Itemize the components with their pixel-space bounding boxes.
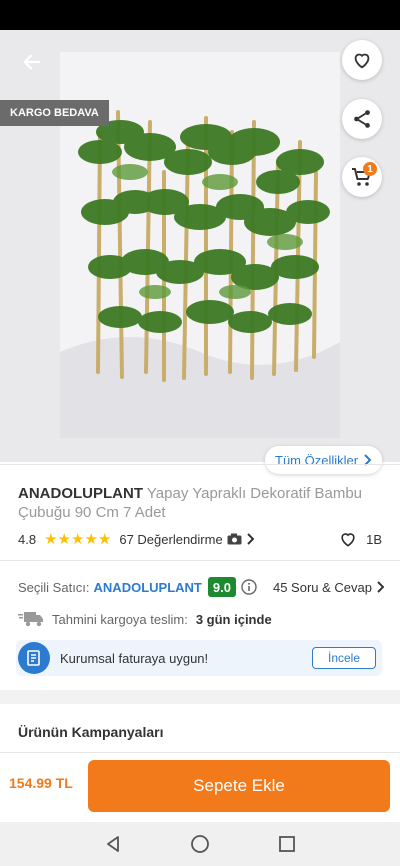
- chevron-right-icon: [246, 533, 254, 545]
- product-brand[interactable]: ANADOLUPLANT: [18, 485, 143, 502]
- reviews-label: 67 Değerlendirme: [119, 531, 223, 547]
- divider: [0, 464, 400, 465]
- star-icon: ★: [57, 530, 71, 548]
- campaigns-title: Ürünün Kampanyaları: [18, 724, 164, 740]
- all-features-label: Tüm Özellikler: [275, 452, 359, 468]
- rating-value: 4.8: [18, 531, 37, 547]
- divider: [0, 560, 400, 561]
- info-icon[interactable]: [241, 579, 257, 595]
- seller-label: Seçili Satıcı:: [18, 579, 90, 595]
- chevron-right-icon: [376, 581, 384, 593]
- back-button[interactable]: [14, 44, 50, 80]
- seller-row: Seçili Satıcı: ANADOLUPLANT 9.0 45 Soru …: [18, 576, 384, 598]
- heart-icon: [338, 529, 358, 549]
- invoice-icon: [18, 642, 50, 674]
- rating-row: 4.8 ★ ★ ★ ★ ★ 67 Değerlendirme 1B: [18, 528, 382, 550]
- qa-label: 45 Soru & Cevap: [272, 579, 372, 595]
- reviews-link[interactable]: 67 Değerlendirme: [119, 531, 254, 547]
- add-to-cart-button[interactable]: Sepete Ekle: [88, 760, 390, 812]
- camera-icon: [227, 533, 242, 545]
- share-icon: [351, 108, 373, 130]
- heart-icon: [351, 49, 373, 71]
- invoice-text: Kurumsal faturaya uygun!: [60, 650, 209, 666]
- favorite-button[interactable]: [342, 40, 382, 80]
- arrow-left-icon: [21, 51, 43, 73]
- nav-home-icon[interactable]: [180, 824, 220, 864]
- product-image-area[interactable]: 1 KARGO BEDAVA: [0, 30, 400, 462]
- share-button[interactable]: [342, 99, 382, 139]
- cart-button[interactable]: 1: [342, 157, 382, 197]
- qa-link[interactable]: 45 Soru & Cevap: [273, 580, 384, 595]
- star-icon: ★: [44, 530, 58, 548]
- incele-button[interactable]: İncele: [312, 647, 376, 669]
- free-shipping-badge: KARGO BEDAVA: [0, 100, 109, 126]
- nav-back-icon[interactable]: [93, 824, 133, 864]
- cart-count-badge: 1: [363, 162, 377, 176]
- product-price: 154.99 TL: [9, 775, 73, 791]
- star-icon: ★: [84, 530, 98, 548]
- corporate-invoice-banner: Kurumsal faturaya uygun! İncele: [16, 640, 382, 676]
- favorite-count[interactable]: 1B: [338, 529, 382, 549]
- delivery-value: 3 gün içinde: [195, 611, 272, 627]
- bottom-action-bar: 154.99 TL Sepete Ekle: [0, 752, 400, 822]
- favorite-count-value: 1B: [366, 531, 382, 547]
- star-icon: ★: [97, 530, 112, 548]
- system-nav-bar: [0, 822, 400, 866]
- rating-stars: ★ ★ ★ ★ ★: [44, 532, 111, 547]
- delivery-label: Tahmini kargoya teslim:: [52, 611, 188, 627]
- product-title: ANADOLUPLANT Yapay Yapraklı Dekoratif Ba…: [18, 484, 388, 522]
- seller-score-badge: 9.0: [207, 577, 236, 597]
- star-icon: ★: [70, 530, 85, 548]
- truck-icon: [18, 611, 44, 627]
- nav-recents-icon[interactable]: [267, 824, 307, 864]
- delivery-row: Tahmini kargoya teslim: 3 gün içinde: [18, 609, 384, 629]
- seller-name-link[interactable]: ANADOLUPLANT: [94, 580, 202, 595]
- status-bar: [0, 0, 400, 30]
- section-separator: [0, 690, 400, 704]
- all-features-button[interactable]: Tüm Özellikler: [265, 446, 383, 474]
